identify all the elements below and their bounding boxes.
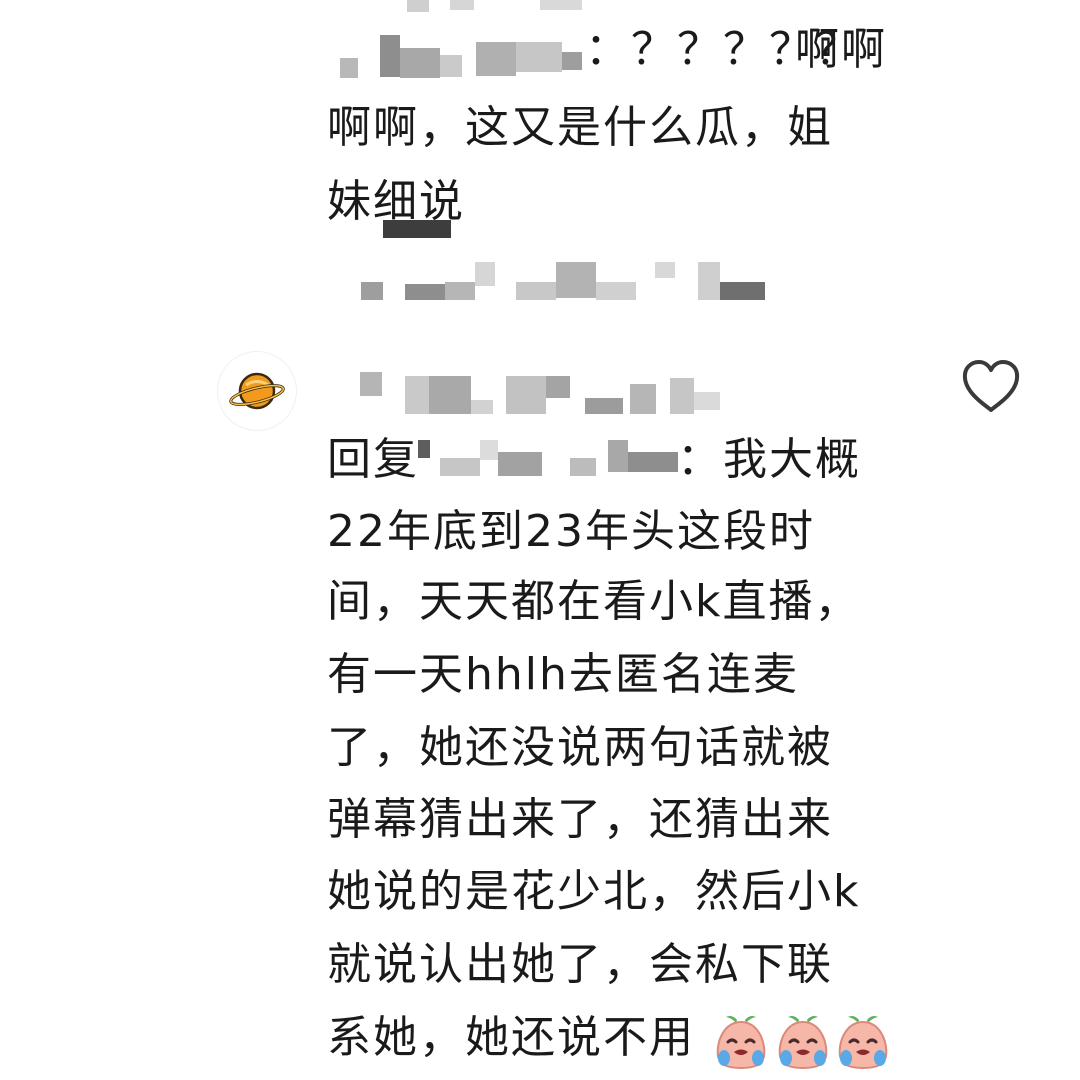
mosaic-underline [383, 220, 451, 238]
planet-icon [229, 372, 285, 410]
comment-line: 有一天hhlh去匿名连麦 [327, 649, 799, 700]
mosaic-top [450, 0, 474, 10]
mosaic-top [407, 0, 429, 12]
comment-line: 了，她还没说两句话就被 [327, 722, 833, 773]
comment-line: 系她，她还说不用 [327, 1012, 695, 1063]
comment-line: 弹幕猜出来了，还猜出来 [327, 794, 833, 845]
comment-line: 就说认出她了，会私下联 [327, 939, 833, 990]
comment-line: 她说的是花少北，然后小k [327, 866, 861, 917]
heart-outline-icon [962, 360, 1020, 412]
comment-line: 间，天天都在看小k直播， [327, 576, 861, 627]
comment-line: 22年底到23年头这段时 [327, 506, 815, 557]
avatar[interactable] [218, 352, 296, 430]
like-button[interactable] [958, 356, 1024, 416]
crying-face-emoji [778, 1016, 828, 1070]
parent-comment-line: 啊啊，这又是什么瓜，姐 [327, 102, 833, 153]
mosaic-top [540, 0, 582, 10]
emoji-row [712, 1012, 892, 1072]
comment-line: ：我大概 [677, 434, 861, 485]
crying-face-emoji [716, 1016, 766, 1070]
crying-face-emoji [838, 1016, 888, 1070]
comment-reply-label: 回复 [327, 434, 419, 485]
parent-comment-line: 啊啊 [795, 24, 887, 75]
